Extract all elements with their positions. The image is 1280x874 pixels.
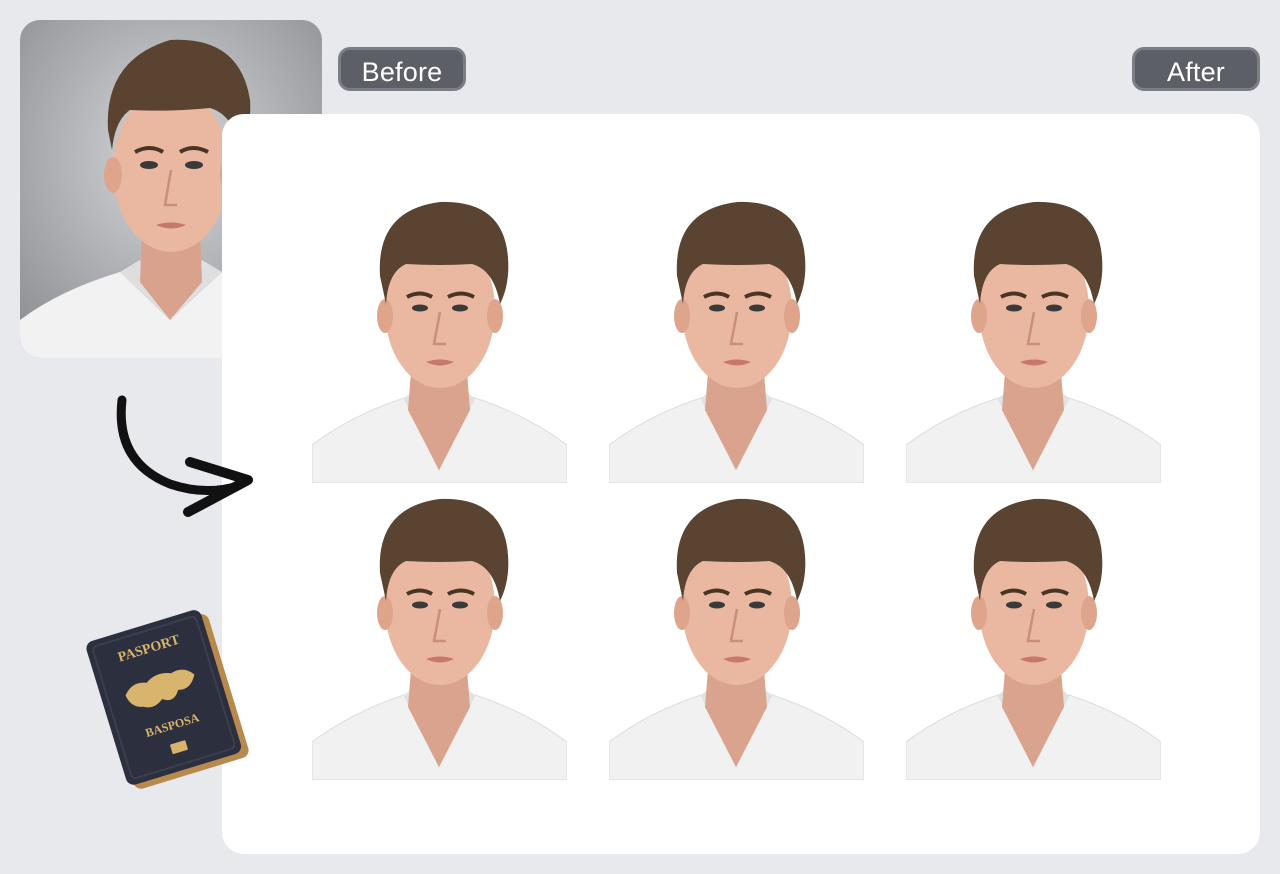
portrait-after-icon xyxy=(609,497,864,780)
passport-photo-2 xyxy=(609,200,864,483)
portrait-after-icon xyxy=(609,200,864,483)
passport-photo-3 xyxy=(906,200,1161,483)
portrait-after-icon xyxy=(312,497,567,780)
before-label: Before xyxy=(338,47,466,91)
portrait-after-icon xyxy=(906,497,1161,780)
passport-photo-5 xyxy=(609,497,864,780)
portrait-after-icon xyxy=(312,200,567,483)
passport-photo-6 xyxy=(906,497,1161,780)
portrait-after-icon xyxy=(906,200,1161,483)
passport-icon: PASPORT BASPOSA xyxy=(86,610,249,789)
after-label: After xyxy=(1132,47,1260,91)
passport-photo-4 xyxy=(312,497,567,780)
curved-arrow-icon xyxy=(116,395,253,517)
passport-photo-1 xyxy=(312,200,567,483)
